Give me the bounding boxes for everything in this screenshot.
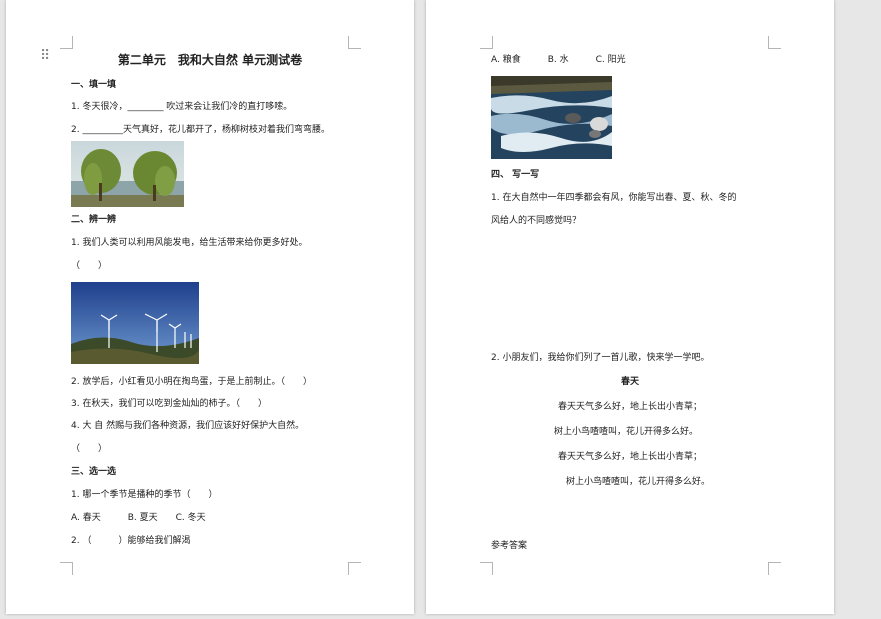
question-3-1: 1. 哪一个季节是播种的季节（ ） bbox=[71, 490, 218, 500]
margin-corner-bottom-left bbox=[480, 562, 493, 575]
margin-corner-top-right bbox=[768, 36, 781, 49]
question-4-2: 2. 小朋友们，我给你们列了一首儿歌，快来学一学吧。 bbox=[491, 353, 710, 363]
section-heading-write: 四、 写一写 bbox=[491, 170, 540, 180]
section-heading-choose: 三、选一选 bbox=[71, 467, 117, 477]
drag-handle-icon[interactable]: ⠿ bbox=[40, 49, 50, 63]
margin-corner-top-right bbox=[348, 36, 361, 49]
question-1-2: 2. _________天气真好，花儿都开了，杨柳树枝对着我们弯弯腰。 bbox=[71, 125, 330, 135]
river-rapids-photo bbox=[491, 76, 612, 159]
document-page-1: ⠿ 第二单元 我和大自然 单元测试卷 一、填一填 1. 冬天很冷，_______… bbox=[6, 0, 414, 614]
section-heading-fill: 一、填一填 bbox=[71, 80, 117, 90]
poem-title: 春天 bbox=[620, 377, 639, 387]
margin-corner-top-left bbox=[480, 36, 493, 49]
poem-line: 树上小鸟喳喳叫，花儿开得多么好。 bbox=[553, 427, 698, 437]
question-2-4: 4. 大 自 然赐与我们各种资源，我们应该好好保护大自然。 bbox=[71, 421, 305, 431]
question-3-2: 2. （ ）能够给我们解渴 bbox=[71, 536, 191, 546]
question-2-1: 1. 我们人类可以利用风能发电，给生活带来给你更多好处。 bbox=[71, 238, 308, 248]
page-title: 第二单元 我和大自然 单元测试卷 bbox=[117, 53, 303, 67]
margin-corner-bottom-right bbox=[768, 562, 781, 575]
margin-corner-bottom-right bbox=[348, 562, 361, 575]
poem-line: 春天天气多么好，地上长出小青草； bbox=[557, 402, 702, 412]
question-2-2: 2. 放学后，小红看见小明在掏鸟蛋，于是上前制止。（ ） bbox=[71, 377, 312, 387]
margin-corner-bottom-left bbox=[60, 562, 73, 575]
answer-key-heading: 参考答案 bbox=[491, 541, 528, 551]
question-4-1-line2: 风给人的不同感觉吗？ bbox=[491, 216, 582, 226]
question-4-1-line1: 1. 在大自然中一年四季都会有风，你能写出春、夏、秋、冬的 bbox=[491, 193, 737, 203]
answer-paren: （ ） bbox=[71, 444, 108, 454]
question-3-1-options: A. 春天 B. 夏天 C. 冬天 bbox=[71, 513, 206, 523]
margin-corner-top-left bbox=[60, 36, 73, 49]
question-1-1: 1. 冬天很冷，________ 吹过来会让我们冷的直打哆嗦。 bbox=[71, 102, 293, 112]
willow-tree-photo bbox=[71, 141, 184, 207]
question-3-2-options: A. 粮食 B. 水 C. 阳光 bbox=[491, 55, 626, 65]
poem-line: 春天天气多么好，地上长出小青草； bbox=[557, 452, 702, 462]
question-2-3: 3. 在秋天，我们可以吃到金灿灿的柿子。（ ） bbox=[71, 399, 267, 409]
poem-line: 树上小鸟喳喳叫，花儿开得多么好。 bbox=[565, 477, 710, 487]
section-heading-judge: 二、辨一辨 bbox=[71, 215, 117, 225]
document-page-2: A. 粮食 B. 水 C. 阳光 四、 写一写 1. 在大自然中一年四季都会有风… bbox=[426, 0, 834, 614]
wind-turbine-photo bbox=[71, 282, 199, 364]
answer-paren: （ ） bbox=[71, 261, 108, 271]
